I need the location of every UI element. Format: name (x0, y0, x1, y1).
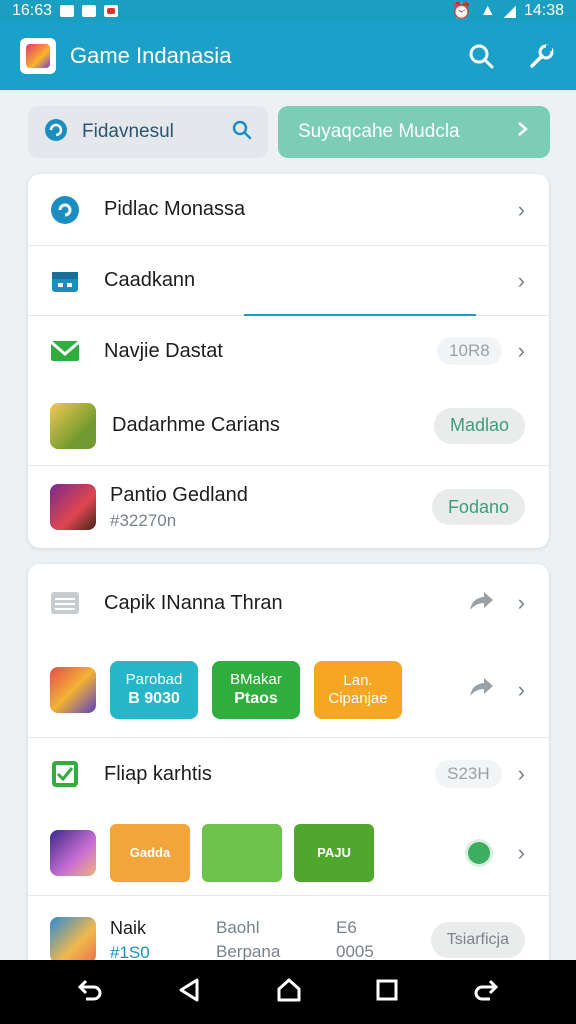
list-item-navjie[interactable]: Navjie Dastat 10R8 › (28, 316, 549, 386)
chevron-right-icon: › (517, 839, 525, 865)
list-item-pantio[interactable]: Pantio Gedland #32270n Fodano (28, 466, 549, 548)
app-bar: Game Indanasia (0, 22, 576, 90)
redo-icon[interactable] (472, 977, 500, 1008)
promo-tile[interactable]: BMakar Ptaos (212, 660, 300, 719)
game-thumbnail (50, 917, 96, 963)
system-nav-bar (0, 960, 576, 1024)
search-input[interactable]: Fidavnesul (28, 106, 268, 158)
cta-button[interactable]: Suyaqcahe Mudcla (278, 106, 550, 158)
action-button[interactable]: Fodano (431, 489, 525, 525)
alarm-icon: ⏰ (451, 3, 472, 20)
promo-tile[interactable]: Lan. Cipanjae (314, 660, 402, 719)
shield-icon (44, 118, 68, 147)
chevron-right-icon: › (517, 590, 525, 615)
app-logo (20, 38, 56, 74)
checkbox-icon (50, 760, 80, 788)
chevron-right-icon: › (517, 267, 525, 293)
list-item-caadkann[interactable]: Caadkann › (28, 246, 549, 316)
promo-tile-line2: Cipanjae (328, 689, 388, 707)
list-icon (50, 589, 80, 617)
action-button[interactable]: Madlao (433, 407, 525, 444)
chevron-right-icon: › (517, 761, 525, 786)
recents-icon[interactable] (375, 978, 399, 1007)
list-item-dadarhme[interactable]: Dadarhme Carians Madlao (28, 386, 549, 466)
wrench-icon[interactable] (528, 42, 556, 70)
list-item-pidlac[interactable]: Pidlac Monassa › (28, 174, 549, 246)
search-icon[interactable] (232, 120, 252, 145)
gallery-icon (60, 5, 75, 17)
promo-tile[interactable]: Parobad B 9030 (110, 660, 198, 719)
status-bar: 16:63 ⏰ ▲ ◢ 14:38 (0, 0, 576, 22)
list-item-title: Fliap karhtis (104, 762, 212, 785)
share-icon[interactable] (468, 676, 494, 703)
detail-bottom: Berpana (216, 942, 281, 961)
list-item-capik[interactable]: Capik INanna Thran › (28, 564, 549, 642)
status-time-left: 16:63 (12, 2, 53, 19)
game-tiles: Gadda PAJU (110, 823, 386, 882)
game-thumbnail (50, 402, 96, 449)
back-icon[interactable] (177, 977, 203, 1008)
chevron-right-icon: › (517, 196, 525, 222)
menu-card-2: Capik INanna Thran › Parobad B 9030 BMak… (28, 564, 549, 984)
list-item-title: Pidlac Monassa (104, 198, 246, 220)
game-tile[interactable]: Gadda (110, 823, 190, 882)
promo-tile-line1: Lan. (343, 671, 373, 689)
promo-tile-line2: B 9030 (128, 689, 180, 707)
promo-tile-line2: Ptaos (234, 689, 278, 707)
list-item-title: Capik INanna Thran (104, 591, 283, 614)
game-tile[interactable] (202, 823, 282, 882)
cta-label: Suyaqcahe Mudcla (298, 121, 460, 142)
wifi-icon: ▲ (479, 2, 496, 19)
detail-top: E6 (336, 918, 357, 937)
status-dot-icon (467, 841, 490, 864)
detail-top: Baohl (216, 918, 260, 937)
list-item-subtitle: #32270n (110, 510, 177, 530)
detail-bottom: 0005 (336, 942, 374, 961)
list-item-title: Naik (110, 917, 147, 938)
mail-icon (50, 337, 80, 365)
list-item-title: Dadarhme Carians (112, 414, 280, 436)
list-item-fliap[interactable]: Fliap karhtis S23H › (28, 738, 549, 810)
size-badge: S23H (435, 760, 502, 788)
menu-card-1: Pidlac Monassa › Caadkann › Navjie Dasta… (28, 174, 549, 548)
promo-tile-line1: Parobad (125, 670, 183, 688)
refresh-icon (50, 195, 80, 224)
chevron-right-icon (516, 121, 530, 143)
search-label: Fidavnesul (82, 121, 174, 142)
search-row: Fidavnesul Suyaqcahe Mudcla (28, 106, 550, 158)
list-item-title: Pantio Gedland (110, 483, 248, 506)
promo-row[interactable]: Parobad B 9030 BMakar Ptaos Lan. Cipanja… (28, 642, 549, 738)
game-tile[interactable]: PAJU (294, 823, 374, 882)
game-thumbnail (50, 484, 96, 530)
share-icon[interactable] (468, 590, 494, 617)
home-icon[interactable] (275, 977, 303, 1008)
search-icon[interactable] (468, 43, 494, 69)
store-icon (50, 267, 80, 295)
list-item-title: Caadkann (104, 269, 196, 291)
game-thumbnail (50, 829, 96, 876)
game-thumbnail (50, 666, 96, 713)
size-badge: 10R8 (437, 337, 502, 365)
notification-icon (82, 5, 97, 17)
list-item-title: Navjie Dastat (104, 339, 223, 362)
promo-tile-line1: BMakar (230, 670, 282, 688)
signal-icon: ◢ (503, 3, 516, 20)
promo-tiles: Parobad B 9030 BMakar Ptaos Lan. Cipanja… (110, 660, 416, 719)
app-title: Game Indanasia (70, 43, 232, 68)
app-notification-icon (104, 5, 119, 17)
chevron-right-icon: › (517, 676, 525, 702)
status-time-right: 14:38 (523, 2, 564, 19)
games-row[interactable]: Gadda PAJU › (28, 810, 549, 896)
chevron-right-icon: › (517, 338, 525, 363)
undo-icon[interactable] (76, 977, 104, 1008)
action-button[interactable]: Tsiarficja (430, 922, 525, 958)
